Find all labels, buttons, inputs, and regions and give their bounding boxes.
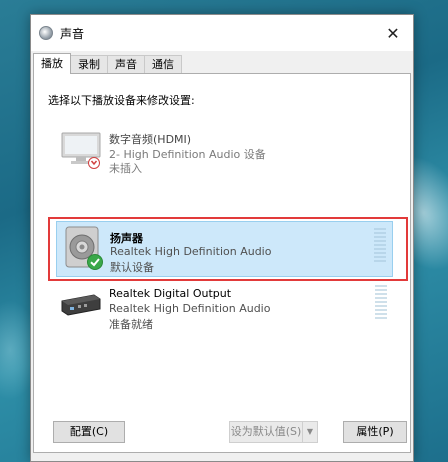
device-name: Realtek Digital Output — [109, 287, 232, 300]
tab-playback[interactable]: 播放 — [33, 53, 71, 74]
device-name: 扬声器 — [110, 232, 143, 245]
volume-meter — [375, 285, 387, 319]
set-default-button[interactable]: 设为默认值(S) — [229, 421, 303, 443]
configure-button[interactable]: 配置(C) — [53, 421, 125, 443]
playback-panel: 选择以下播放设备来修改设置: 数字音频(HDMI) 2- High Defini… — [33, 73, 411, 453]
default-check-icon — [87, 254, 103, 273]
sound-dialog: 声音 ✕ 播放 录制 声音 通信 选择以下播放设备来修改设置: 数字音频(HDM… — [30, 14, 414, 462]
tab-sounds[interactable]: 声音 — [107, 55, 145, 74]
device-status: 默认设备 — [110, 261, 154, 274]
device-item-speakers[interactable]: 扬声器 Realtek High Definition Audio 默认设备 — [56, 221, 393, 277]
device-item-hdmi[interactable]: 数字音频(HDMI) 2- High Definition Audio 设备 未… — [56, 123, 393, 179]
device-status: 未插入 — [109, 162, 142, 175]
device-status: 准备就绪 — [109, 318, 153, 331]
speaker-app-icon — [39, 26, 53, 40]
volume-meter — [374, 228, 386, 262]
device-name: 数字音频(HDMI) — [109, 133, 192, 146]
tab-recording[interactable]: 录制 — [70, 55, 108, 74]
title-bar[interactable]: 声音 ✕ — [31, 15, 413, 51]
close-button[interactable]: ✕ — [373, 15, 413, 51]
device-description: Realtek High Definition Audio — [109, 302, 271, 315]
device-item-digital-output[interactable]: Realtek Digital Output Realtek High Defi… — [56, 279, 393, 335]
digital-output-icon — [60, 283, 102, 325]
tab-communications[interactable]: 通信 — [144, 55, 182, 74]
instructions-label: 选择以下播放设备来修改设置: — [48, 94, 195, 107]
chevron-down-icon[interactable]: ▼ — [302, 421, 318, 443]
unplugged-badge-icon — [88, 157, 100, 172]
device-description: Realtek High Definition Audio — [110, 245, 272, 258]
device-list[interactable]: 数字音频(HDMI) 2- High Definition Audio 设备 未… — [48, 119, 408, 419]
window-title: 声音 — [60, 26, 85, 41]
properties-button[interactable]: 属性(P) — [343, 421, 407, 443]
tab-bar: 播放 录制 声音 通信 — [31, 53, 182, 74]
